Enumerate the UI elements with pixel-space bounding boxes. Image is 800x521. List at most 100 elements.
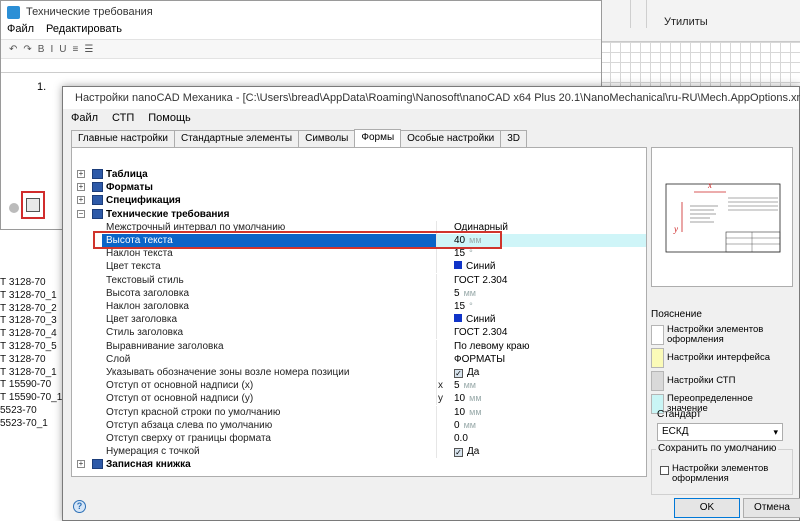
property-label: Наклон заголовка xyxy=(106,301,189,312)
block-list-item[interactable]: 5523-70 xyxy=(0,405,37,416)
expander-icon[interactable]: + xyxy=(77,196,85,205)
column-divider xyxy=(436,339,437,353)
property-value[interactable]: 5 мм xyxy=(454,287,476,300)
property-row[interactable]: Стиль заголовка ГОСТ 2.304 xyxy=(72,326,646,340)
save-defaults-checkbox[interactable] xyxy=(660,466,669,475)
block-list-item[interactable]: Т 15590-70 xyxy=(0,379,51,390)
property-row[interactable]: Отступ абзаца слева по умолчанию 0 мм xyxy=(72,418,646,432)
tab-2[interactable]: Стандартные элементы xyxy=(173,130,300,147)
undo-icon[interactable]: ↶ xyxy=(9,44,17,55)
legend-swatch xyxy=(651,371,664,391)
property-label: Выравнивание заголовка xyxy=(106,340,224,352)
group-icon xyxy=(92,208,103,219)
standard-select[interactable]: ЕСКД ▾ xyxy=(657,423,783,441)
underline-icon[interactable]: U xyxy=(59,44,66,55)
tab-6[interactable]: 3D xyxy=(500,130,527,147)
property-row[interactable]: Отступ от основной надписи (x) x 5 мм xyxy=(72,379,646,393)
property-value[interactable]: ✓ Да xyxy=(454,445,479,458)
property-value-text: 10 xyxy=(454,393,466,405)
property-value[interactable]: Синий xyxy=(454,313,496,326)
property-row[interactable]: Текстовый стиль ГОСТ 2.304 xyxy=(72,273,646,287)
redo-icon[interactable]: ↷ xyxy=(23,44,31,55)
group-label: Форматы xyxy=(106,182,153,194)
property-row[interactable]: Отступ сверху от границы формата 0.0 xyxy=(72,432,646,445)
property-value[interactable]: 0 мм xyxy=(454,419,476,432)
property-row[interactable]: Цвет заголовка Синий xyxy=(72,313,646,327)
menu-help[interactable]: Помощь xyxy=(148,112,191,124)
property-row[interactable]: Цвет текста Синий xyxy=(72,260,646,274)
list-icon[interactable]: ≡ xyxy=(72,44,78,55)
help-icon[interactable] xyxy=(9,203,19,213)
property-row[interactable]: Отступ красной строки по умолчанию 10 мм xyxy=(72,405,646,419)
property-value[interactable]: ГОСТ 2.304 xyxy=(454,274,507,287)
block-list-item[interactable]: Т 3128-70_5 xyxy=(0,341,57,352)
legend-label: Настройки интерфейса xyxy=(667,352,771,363)
ribbon-utilities-label[interactable]: Утилиты xyxy=(664,16,708,28)
property-row[interactable]: Высота заголовка 5 мм xyxy=(72,286,646,300)
settings-button[interactable] xyxy=(21,191,45,219)
menu-file[interactable]: Файл xyxy=(71,112,98,124)
column-divider xyxy=(436,352,437,366)
property-row[interactable]: Отступ от основной надписи (y) y 10 мм xyxy=(72,392,646,406)
block-list-item[interactable]: Т 3128-70_3 xyxy=(0,315,57,326)
legend-group: Пояснение Настройки элементов оформления… xyxy=(651,309,793,414)
expander-icon[interactable]: + xyxy=(77,183,85,192)
group-row[interactable]: + Форматы xyxy=(72,181,646,194)
block-list-item[interactable]: Т 3128-70 xyxy=(0,354,46,365)
tab-3[interactable]: Символы xyxy=(298,130,356,147)
property-value[interactable]: 0.0 xyxy=(454,432,468,445)
property-value[interactable]: 15 ° xyxy=(454,247,473,260)
menu-edit[interactable]: Редактировать xyxy=(46,23,122,39)
property-value-text: ФОРМАТЫ xyxy=(454,353,506,365)
property-label: Слой xyxy=(106,353,131,365)
block-list-item[interactable]: Т 3128-70_4 xyxy=(0,328,57,339)
italic-icon[interactable]: I xyxy=(50,44,53,55)
group-icon xyxy=(92,195,103,206)
property-row[interactable]: Нумерация с точкой ✓ Да xyxy=(72,445,646,459)
block-list-item[interactable]: Т 3128-70_1 xyxy=(0,290,57,301)
property-label: Нумерация с точкой xyxy=(106,446,200,458)
group-row[interactable]: + Спецификация xyxy=(72,194,646,207)
block-list-item[interactable]: Т 15590-70_1 xyxy=(0,392,62,403)
menu-file[interactable]: Файл xyxy=(7,23,34,39)
check-icon[interactable]: ✓ xyxy=(454,369,463,378)
expander-icon[interactable]: − xyxy=(77,209,85,218)
property-value[interactable]: По левому краю xyxy=(454,340,529,353)
property-value[interactable]: ФОРМАТЫ xyxy=(454,353,505,366)
property-row[interactable]: Слой ФОРМАТЫ xyxy=(72,352,646,366)
property-row[interactable]: Выравнивание заголовка По левому краю xyxy=(72,339,646,353)
tab-5[interactable]: Особые настройки xyxy=(400,130,502,147)
group-row[interactable]: + Записная книжка xyxy=(72,458,646,471)
group-row[interactable]: + Таблица xyxy=(72,168,646,181)
expander-icon[interactable]: + xyxy=(77,460,85,469)
group-label: Таблица xyxy=(106,169,148,180)
property-value[interactable]: Синий xyxy=(454,260,496,273)
property-value[interactable]: 15 ° xyxy=(454,300,473,313)
block-list-item[interactable]: Т 3128-70 xyxy=(0,277,46,288)
menu-stp[interactable]: СТП xyxy=(112,112,134,124)
cancel-button[interactable]: Отмена xyxy=(743,498,800,518)
group-row[interactable]: − Технические требования xyxy=(72,208,646,221)
property-value[interactable]: 10 мм xyxy=(454,392,482,405)
property-row[interactable]: Наклон заголовка 15 ° xyxy=(72,300,646,313)
expander-icon[interactable]: + xyxy=(77,170,85,178)
ok-button[interactable]: OK xyxy=(674,498,740,518)
property-value[interactable]: ✓ Да xyxy=(454,366,479,379)
property-value[interactable]: ГОСТ 2.304 xyxy=(454,326,507,339)
legend-item: Настройки СТП xyxy=(651,370,793,392)
bold-icon[interactable]: B xyxy=(38,44,45,55)
check-icon[interactable]: ✓ xyxy=(454,448,463,458)
property-row[interactable]: Наклон текста 15 ° xyxy=(72,247,646,261)
align-icon[interactable]: ☰ xyxy=(84,44,93,55)
block-list-item[interactable]: Т 3128-70_2 xyxy=(0,303,57,314)
tab-1[interactable]: Главные настройки xyxy=(71,130,175,147)
property-row[interactable]: Указывать обозначение зоны возле номера … xyxy=(72,366,646,379)
property-value[interactable]: 5 мм xyxy=(454,379,476,392)
tech-window-titlebar: Технические требования xyxy=(1,1,601,23)
property-value[interactable]: 10 мм xyxy=(454,406,482,419)
tab-4[interactable]: Формы xyxy=(354,129,402,147)
block-list-item[interactable]: Т 3128-70_1 xyxy=(0,367,57,378)
block-list-item[interactable]: 5523-70_1 xyxy=(0,418,48,429)
color-swatch xyxy=(454,314,462,323)
help-button[interactable]: ? xyxy=(73,500,86,513)
